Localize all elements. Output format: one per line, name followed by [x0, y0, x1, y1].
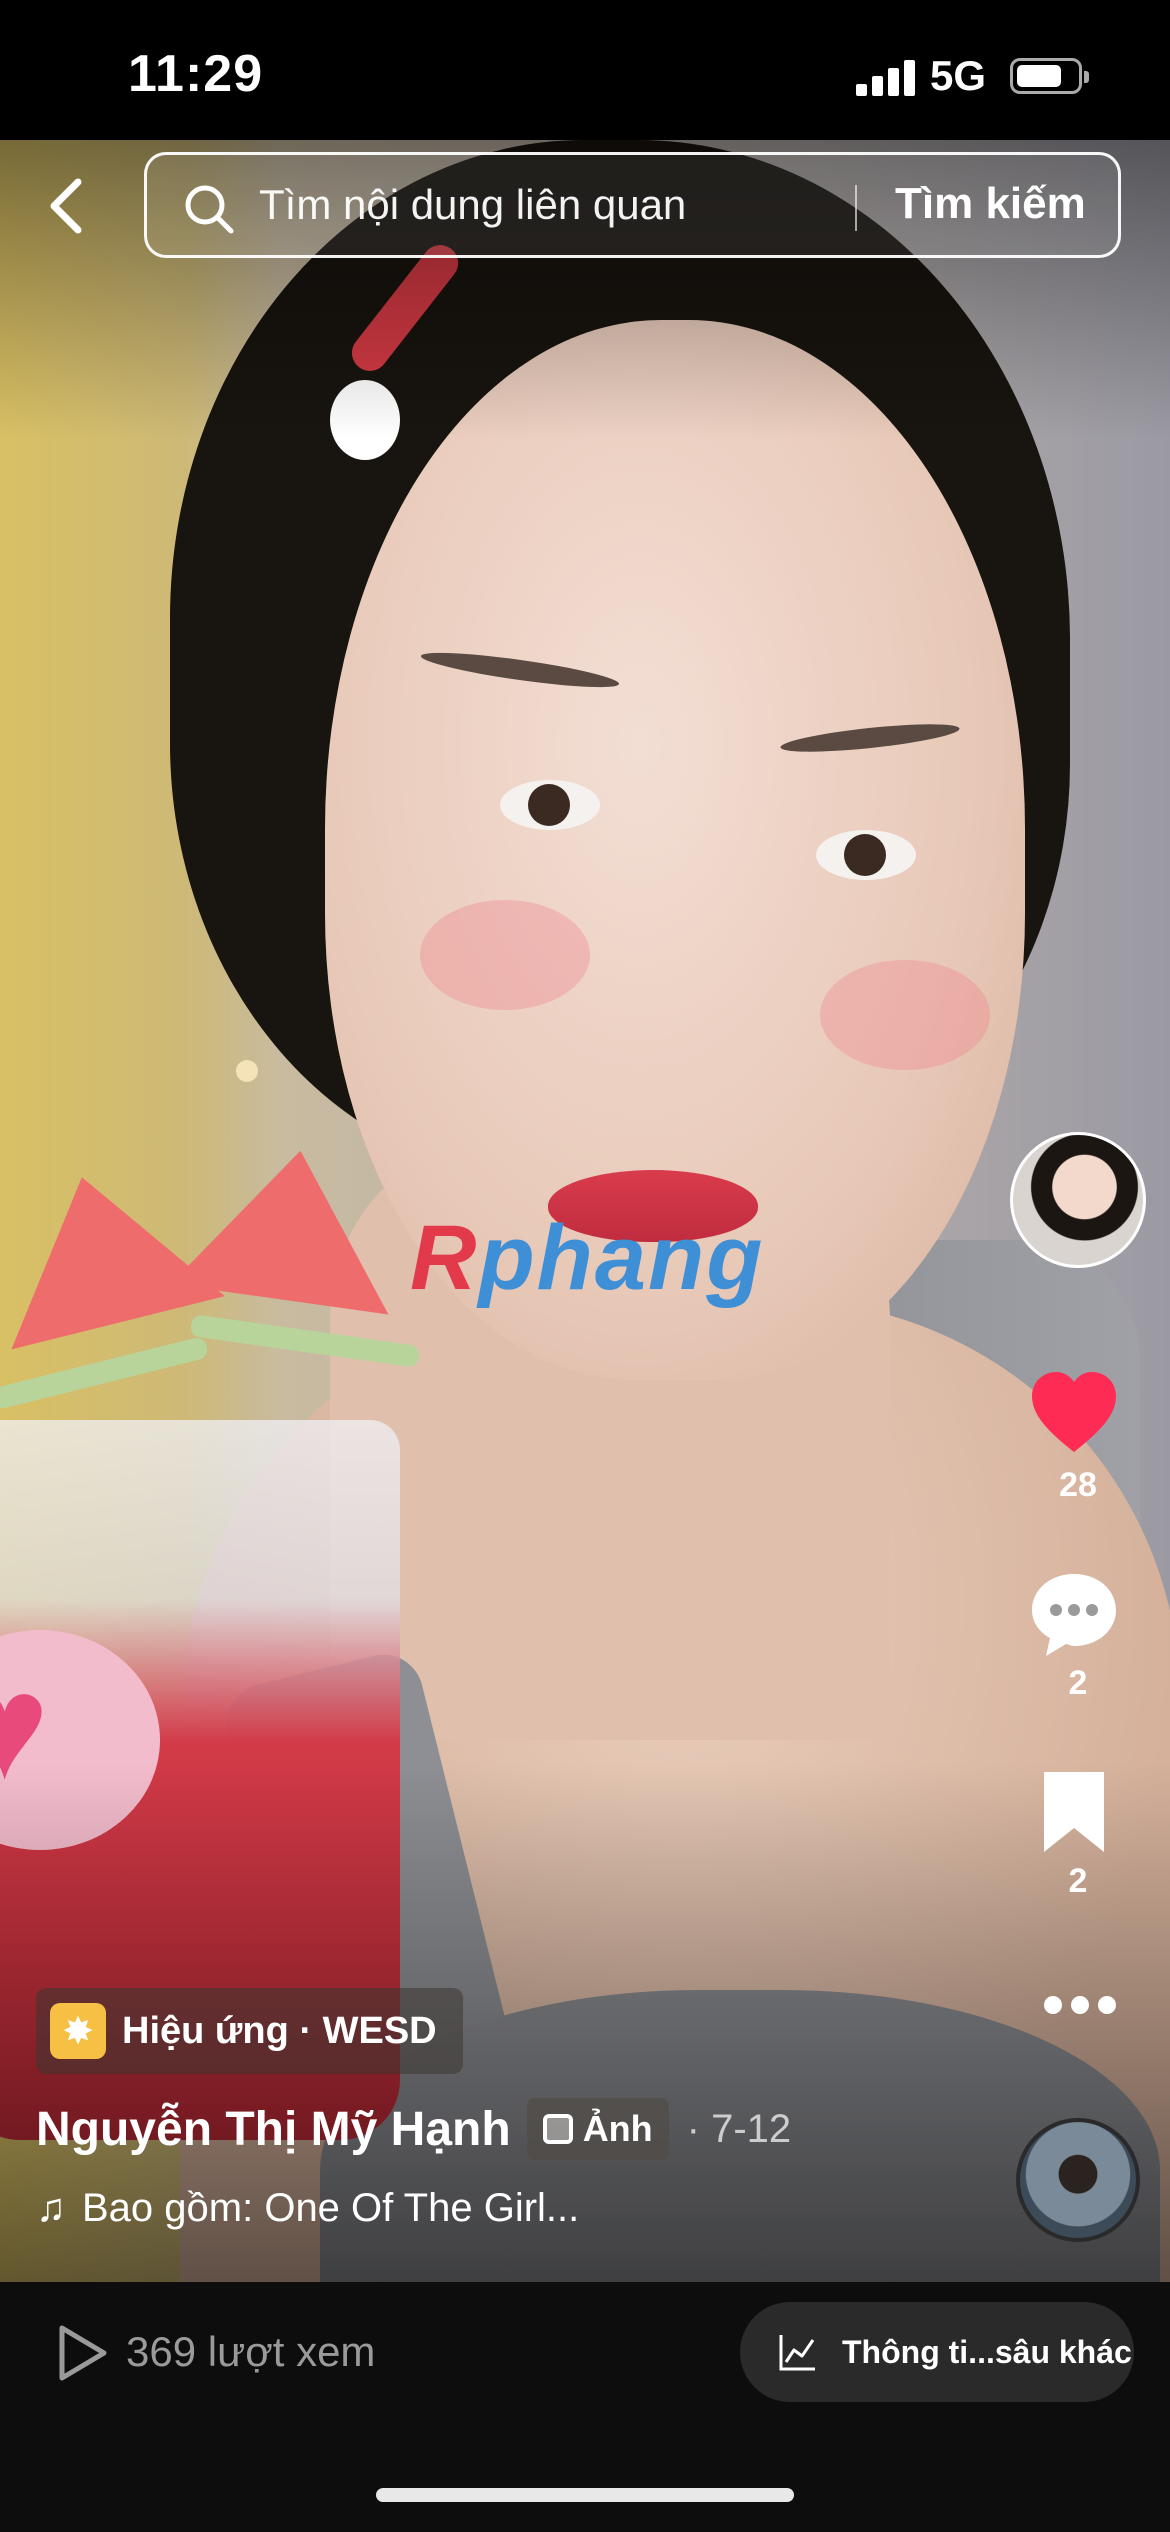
- like-count: 28: [1059, 1466, 1097, 1504]
- watermark: Rphang: [410, 1207, 765, 1309]
- music-title: Bao gồm: One Of The Girl...: [82, 2186, 580, 2230]
- status-time: 11:29: [128, 45, 264, 103]
- music-row[interactable]: ♫ Bao gồm: One Of The Girl...: [36, 2186, 579, 2231]
- heart-icon[interactable]: [1026, 1366, 1122, 1462]
- bookmark-icon[interactable]: [1026, 1764, 1122, 1860]
- battery-icon: [1010, 58, 1089, 94]
- photo-type-badge: Ảnh: [526, 2098, 669, 2160]
- chart-icon: [779, 2335, 815, 2371]
- search-input[interactable]: Tìm nội dung liên quan: [259, 181, 686, 229]
- back-icon[interactable]: [44, 176, 92, 236]
- insights-label: Thông ti...sâu khác: [842, 2333, 1132, 2370]
- search-button[interactable]: Tìm kiếm: [895, 179, 1086, 229]
- photo-type-label: Ảnh: [582, 2108, 653, 2149]
- post-date: · 7-12: [686, 2106, 792, 2151]
- photo-icon: [542, 2114, 573, 2144]
- search-divider: [855, 185, 857, 231]
- post-photo[interactable]: Rphang: [0, 140, 1170, 2282]
- effect-chip[interactable]: ✸ Hiệu ứng · WESD: [36, 1988, 463, 2074]
- effect-label: Hiệu ứng · WESD: [122, 2009, 437, 2052]
- battery-level: [1017, 65, 1061, 87]
- music-note-icon: ♫: [36, 2186, 66, 2230]
- author-name[interactable]: Nguyễn Thị Mỹ Hạnh: [36, 2102, 511, 2157]
- view-count: 369 lượt xem: [126, 2328, 376, 2375]
- author-row: Nguyễn Thị Mỹ Hạnh Ảnh · 7-12: [36, 2098, 791, 2160]
- insights-button[interactable]: Thông ti...sâu khác: [740, 2302, 1134, 2402]
- search-bar[interactable]: Tìm nội dung liên quan Tìm kiếm: [144, 152, 1121, 258]
- network-label: 5G: [930, 52, 987, 99]
- effect-icon: ✸: [50, 2003, 106, 2059]
- search-icon: [185, 185, 234, 234]
- home-indicator[interactable]: [376, 2488, 794, 2502]
- play-icon: [59, 2325, 107, 2381]
- more-icon[interactable]: [1040, 1990, 1120, 2020]
- comment-icon[interactable]: [1026, 1566, 1122, 1662]
- author-avatar[interactable]: [1010, 1132, 1146, 1268]
- music-disc[interactable]: [1016, 2118, 1140, 2242]
- status-bar: 11:29 5G: [0, 0, 1170, 140]
- comment-count: 2: [1068, 1664, 1088, 1702]
- save-count: 2: [1068, 1862, 1088, 1900]
- signal-icon: [856, 58, 916, 96]
